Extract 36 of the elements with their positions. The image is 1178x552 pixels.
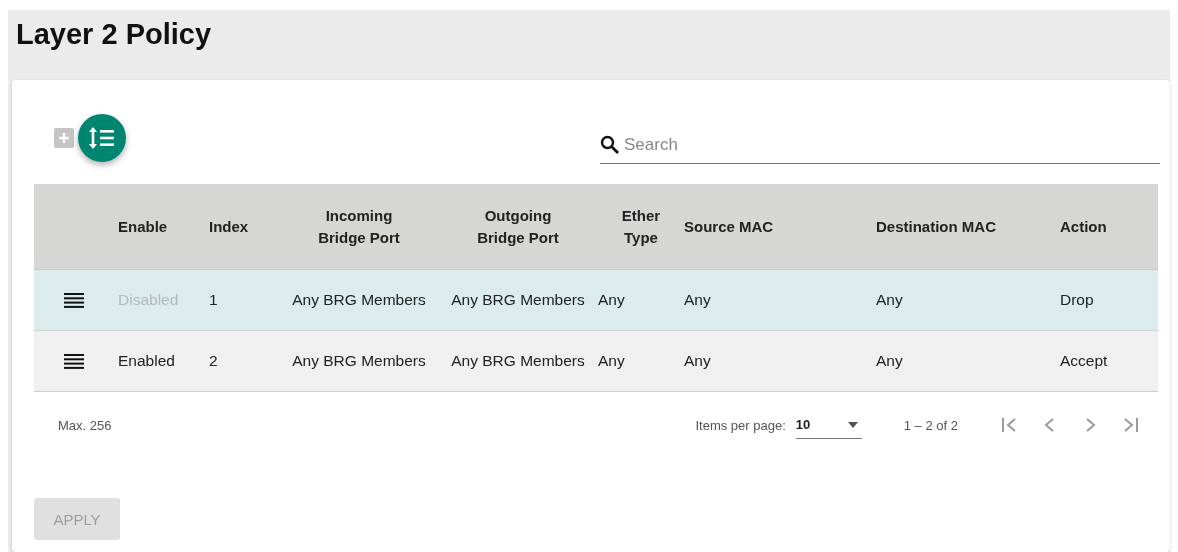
table-cell: Any	[876, 291, 903, 309]
column-header[interactable]: Action	[1060, 215, 1107, 238]
drag-handle-icon[interactable]	[64, 353, 84, 369]
column-header[interactable]: Index	[209, 215, 249, 238]
column-header[interactable]: Ether Type	[616, 204, 666, 249]
items-per-page-select[interactable]: 10	[795, 411, 862, 439]
column-header[interactable]: Enable	[118, 215, 168, 238]
items-per-page-label: Items per page:	[695, 417, 786, 433]
table-cell: Any	[598, 352, 625, 370]
reorder-button[interactable]	[78, 114, 126, 162]
drag-handle-icon[interactable]	[64, 292, 84, 308]
table-cell: Enabled	[118, 352, 175, 370]
table-cell: Any BRG Members	[292, 352, 426, 370]
table-cell: Any	[598, 291, 625, 309]
column-header[interactable]: Destination MAC	[876, 215, 996, 238]
table-cell: Any BRG Members	[451, 291, 585, 309]
table-cell: Any BRG Members	[292, 291, 426, 309]
search-icon	[600, 134, 620, 155]
max-count-label: Max. 256	[58, 417, 112, 433]
table-cell: 1	[209, 291, 218, 309]
table-cell: 2	[209, 352, 218, 370]
table-cell: Any	[684, 352, 711, 370]
sort-list-icon	[89, 127, 115, 149]
page-title: Layer 2 Policy	[16, 17, 213, 52]
column-header[interactable]: Source MAC	[684, 215, 774, 238]
column-header[interactable]: Incoming Bridge Port	[309, 204, 409, 249]
table-cell: Drop	[1060, 291, 1094, 309]
column-header[interactable]: Outgoing Bridge Port	[468, 204, 568, 249]
table-cell: Any	[876, 352, 903, 370]
page-range-label: 1 – 2 of 2	[903, 417, 958, 433]
table-cell: Any	[684, 291, 711, 309]
table-row[interactable]: Enabled 2 Any BRG Members Any BRG Members Any Any Any Accept	[34, 331, 1158, 392]
table-cell: Accept	[1060, 352, 1108, 370]
table-cell: Any BRG Members	[451, 352, 585, 370]
plus-icon	[58, 132, 70, 144]
dropdown-caret-icon	[847, 421, 858, 428]
